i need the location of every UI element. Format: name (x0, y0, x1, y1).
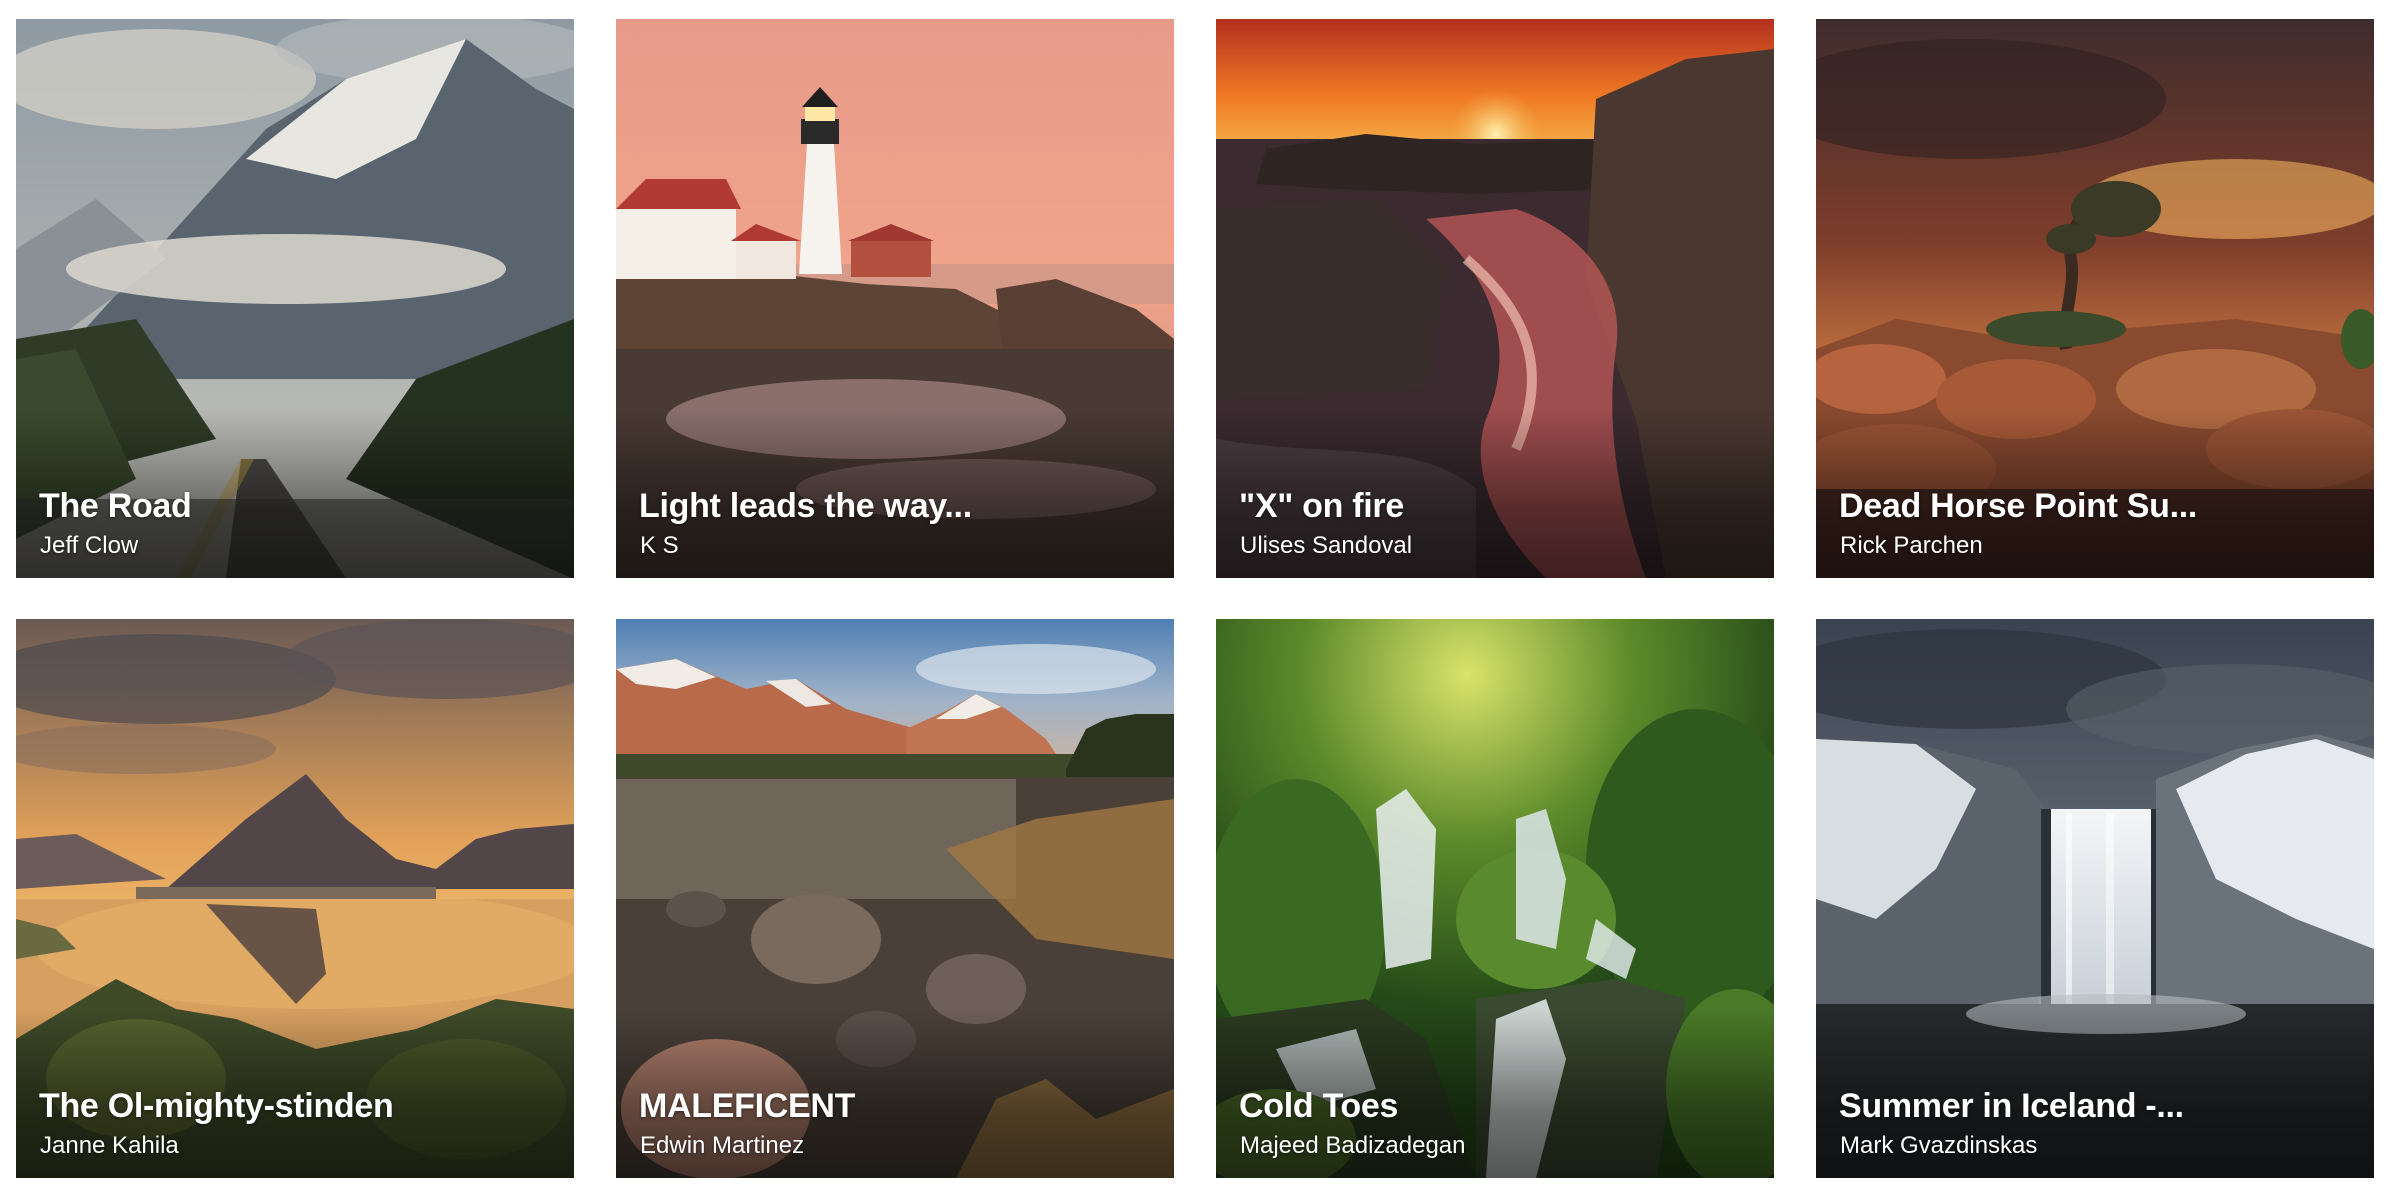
photo-author[interactable]: Majeed Badizadegan (1240, 1132, 1756, 1160)
photo-card[interactable]: Light leads the way... K S (616, 19, 1174, 578)
photo-title: The Road (39, 487, 192, 525)
photo-title: MALEFICENT (639, 1087, 856, 1125)
photo-author[interactable]: Jeff Clow (40, 532, 556, 560)
photo-author[interactable]: Ulises Sandoval (1240, 532, 1756, 560)
photo-title: Light leads the way... (639, 487, 972, 525)
photo-card[interactable]: MALEFICENT Edwin Martinez (616, 619, 1174, 1178)
photo-gallery: The Road Jeff Clow Light leads the way..… (0, 0, 2394, 1194)
photo-author[interactable]: K S (640, 532, 1156, 560)
photo-card[interactable]: The Road Jeff Clow (16, 19, 574, 578)
photo-author[interactable]: Rick Parchen (1840, 532, 2356, 560)
photo-card[interactable]: "X" on fire Ulises Sandoval (1216, 19, 1774, 578)
photo-card[interactable]: Summer in Iceland -... Mark Gvazdinskas (1816, 619, 2374, 1178)
photo-author[interactable]: Mark Gvazdinskas (1840, 1132, 2356, 1160)
photo-title: The Ol-mighty-stinden (39, 1087, 394, 1125)
photo-author[interactable]: Janne Kahila (40, 1132, 556, 1160)
photo-author[interactable]: Edwin Martinez (640, 1132, 1156, 1160)
photo-title: Dead Horse Point Su... (1839, 487, 2198, 525)
photo-title: Summer in Iceland -... (1839, 1087, 2184, 1125)
photo-card[interactable]: Cold Toes Majeed Badizadegan (1216, 619, 1774, 1178)
photo-title: Cold Toes (1239, 1087, 1399, 1125)
photo-card[interactable]: Dead Horse Point Su... Rick Parchen (1816, 19, 2374, 578)
photo-card[interactable]: The Ol-mighty-stinden Janne Kahila (16, 619, 574, 1178)
photo-title: "X" on fire (1239, 487, 1404, 525)
